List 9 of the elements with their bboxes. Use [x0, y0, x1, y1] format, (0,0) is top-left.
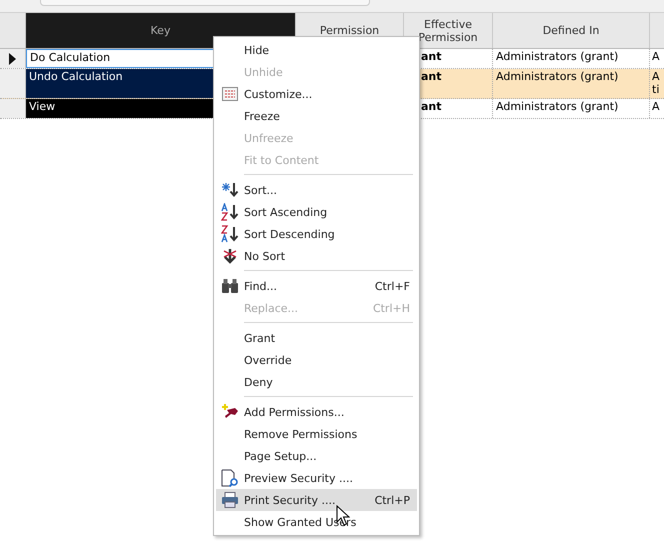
table-cell: ant — [421, 50, 442, 64]
table-cell: Administrators (grant) — [493, 99, 650, 118]
table-cell-text: A — [651, 49, 661, 65]
table-cell-text: A ti — [651, 69, 661, 98]
table-cell-text: A — [651, 99, 661, 115]
table-cell: ant — [421, 70, 442, 84]
table-cell: Administrators (grant) — [493, 69, 650, 98]
table-cell: ant — [421, 100, 442, 114]
table-cell: Administrators (grant) — [493, 49, 650, 68]
